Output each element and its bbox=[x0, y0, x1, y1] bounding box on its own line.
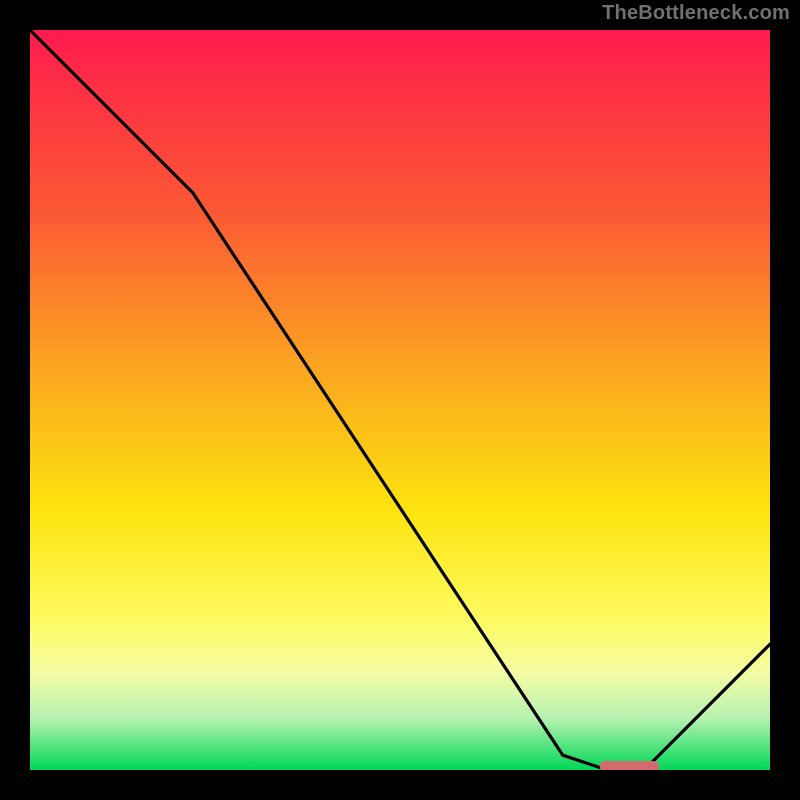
bottleneck-curve bbox=[30, 30, 770, 770]
chart-svg bbox=[30, 30, 770, 770]
plot-area bbox=[30, 30, 770, 770]
attribution-text: TheBottleneck.com bbox=[602, 2, 790, 25]
chart-frame: TheBottleneck.com bbox=[0, 0, 800, 800]
optimal-target-marker bbox=[600, 761, 659, 770]
